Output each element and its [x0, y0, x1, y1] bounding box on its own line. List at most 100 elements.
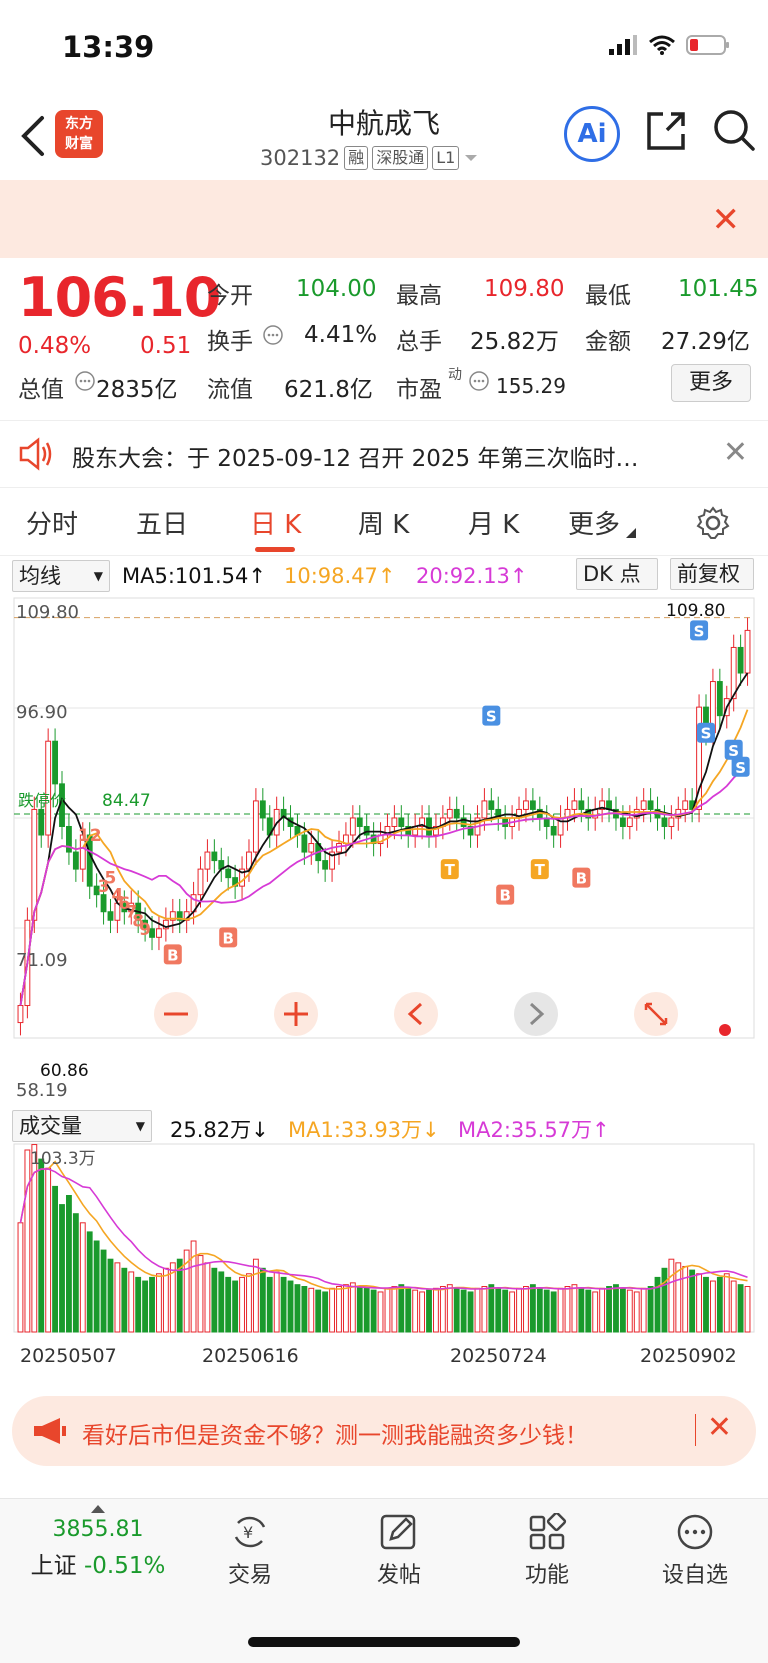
nav-watchlist-label: 设自选: [661, 1563, 728, 1588]
tag-level: L1: [432, 146, 460, 170]
volume-bar: [709, 1280, 716, 1333]
promo-banner[interactable]: 看好后市但是资金不够？测一测我能融资多少钱！ ✕: [12, 1396, 756, 1466]
dk-button[interactable]: DK 点: [576, 558, 658, 590]
search-icon[interactable]: [712, 108, 756, 152]
volume-bar: [349, 1282, 356, 1333]
tab-intraday[interactable]: 分时: [26, 504, 78, 541]
nav-watchlist[interactable]: 设自选: [640, 1513, 750, 1589]
candle-body: [523, 800, 529, 810]
tab-five-day[interactable]: 五日: [136, 504, 188, 541]
volume-bar: [716, 1276, 723, 1333]
notice-close-icon[interactable]: ✕: [712, 200, 741, 240]
volume-selector[interactable]: 成交量 ▼: [12, 1110, 152, 1142]
candle-body: [682, 800, 689, 810]
candle-body: [211, 851, 218, 862]
volume-bar: [259, 1267, 266, 1333]
volume-bar: [647, 1286, 654, 1333]
ai-button[interactable]: Ai: [564, 106, 620, 162]
volume-bar: [17, 1222, 24, 1333]
nav-trade[interactable]: ¥ 交易: [195, 1513, 305, 1589]
volume-bar: [668, 1258, 675, 1333]
volume-bar: [606, 1286, 612, 1333]
volume-bar: [72, 1213, 79, 1333]
volume-bar: [571, 1284, 578, 1333]
y-tick-2: 96.90: [16, 702, 68, 723]
pan-left-button[interactable]: [394, 992, 438, 1036]
index-change: -0.51%: [83, 1553, 166, 1579]
index-widget[interactable]: 3855.81 上证 -0.51%: [18, 1505, 178, 1580]
nav-functions[interactable]: 功能: [492, 1513, 602, 1589]
volume-bar: [426, 1289, 432, 1333]
pan-right-button[interactable]: [514, 992, 558, 1036]
zoom-in-button[interactable]: [274, 992, 318, 1036]
volume-bar: [599, 1287, 606, 1333]
index-name: 上证: [30, 1553, 77, 1579]
signal-label: B: [576, 870, 587, 888]
volume-top-label: 103.3万: [30, 1149, 96, 1169]
high-label: 最高: [396, 283, 442, 309]
candle-body: [398, 817, 405, 827]
ma-legend-row: 均线 ▼ MA5:101.54↑ 10:98.47↑ 20:92.13↑ DK …: [0, 556, 768, 594]
more-button[interactable]: 更多: [671, 364, 751, 402]
current-line-prefix: 跌停价: [18, 791, 66, 810]
candle-body: [322, 860, 329, 870]
mktcap-label: 总值: [18, 377, 64, 403]
high-marker: 109.80: [666, 601, 725, 621]
volume-bar: [523, 1286, 529, 1333]
period-tabs: 分时 五日 日 K 周 K 月 K 更多: [0, 492, 768, 556]
volume-bar: [682, 1265, 689, 1333]
volume-chart[interactable]: 103.3万 20250507 20250616 20250724 202509…: [0, 1140, 768, 1386]
candle-body: [550, 825, 557, 836]
candle-body: [308, 843, 315, 853]
info-icon[interactable]: [74, 370, 96, 392]
candle-body: [336, 843, 342, 853]
promo-divider: [695, 1414, 696, 1446]
info-icon[interactable]: [262, 324, 284, 346]
float-value: 621.8亿: [284, 377, 373, 403]
volume-bar: [363, 1287, 370, 1333]
gear-icon[interactable]: [696, 506, 730, 540]
speaker-icon: [19, 437, 52, 471]
battery-icon: [686, 35, 729, 55]
ma20-value: 20:92.13↑: [416, 564, 528, 588]
tab-daily-k[interactable]: 日 K: [250, 504, 301, 541]
adjust-button-label: 前复权: [677, 562, 740, 586]
candle-body: [737, 646, 744, 674]
volume-bar: [149, 1276, 155, 1333]
volume-bar: [578, 1287, 585, 1333]
candle-body: [488, 800, 495, 810]
volume-bar: [280, 1276, 287, 1333]
y-tick-bottom: 58.19: [16, 1080, 68, 1101]
volume-bar: [66, 1195, 72, 1333]
candle-body: [647, 800, 654, 810]
kline-chart[interactable]: 109.80 96.90 71.09 58.19 109.80 60.86 跌停…: [0, 594, 768, 1104]
pe-sup: 动: [448, 367, 462, 383]
info-icon[interactable]: [468, 370, 490, 392]
promo-close-icon[interactable]: ✕: [707, 1410, 732, 1445]
nav-post[interactable]: 发帖: [344, 1513, 454, 1589]
wifi-icon: [649, 35, 675, 55]
volume-selector-label: 成交量: [19, 1114, 82, 1138]
share-icon[interactable]: [645, 110, 687, 152]
nav-trade-label: 交易: [227, 1563, 272, 1588]
volume-bar: [543, 1289, 550, 1333]
low-label: 最低: [585, 283, 631, 309]
candle-body: [626, 817, 633, 827]
fullscreen-button[interactable]: [634, 992, 678, 1036]
volume-bar: [405, 1287, 412, 1333]
indicator-selector[interactable]: 均线 ▼: [12, 560, 110, 592]
announcement-bar[interactable]: 股东大会：于 2025-09-12 召开 2025 年第三次临时… ✕: [0, 420, 768, 488]
more-dots-icon: [677, 1514, 713, 1550]
stock-code-row[interactable]: 302132 融 深股通 L1: [260, 146, 479, 170]
tab-monthly-k[interactable]: 月 K: [468, 504, 519, 541]
zoom-out-button[interactable]: [154, 992, 198, 1036]
corner-caret-icon: [626, 528, 636, 538]
announcement-close-icon[interactable]: ✕: [723, 435, 748, 470]
volume-bar: [336, 1286, 342, 1333]
tab-more[interactable]: 更多: [568, 504, 620, 541]
adjust-button[interactable]: 前复权: [670, 558, 754, 590]
volume-bar: [453, 1287, 460, 1333]
volume-bar: [246, 1273, 252, 1333]
tab-weekly-k[interactable]: 周 K: [358, 504, 409, 541]
svg-text:¥: ¥: [243, 1523, 253, 1542]
